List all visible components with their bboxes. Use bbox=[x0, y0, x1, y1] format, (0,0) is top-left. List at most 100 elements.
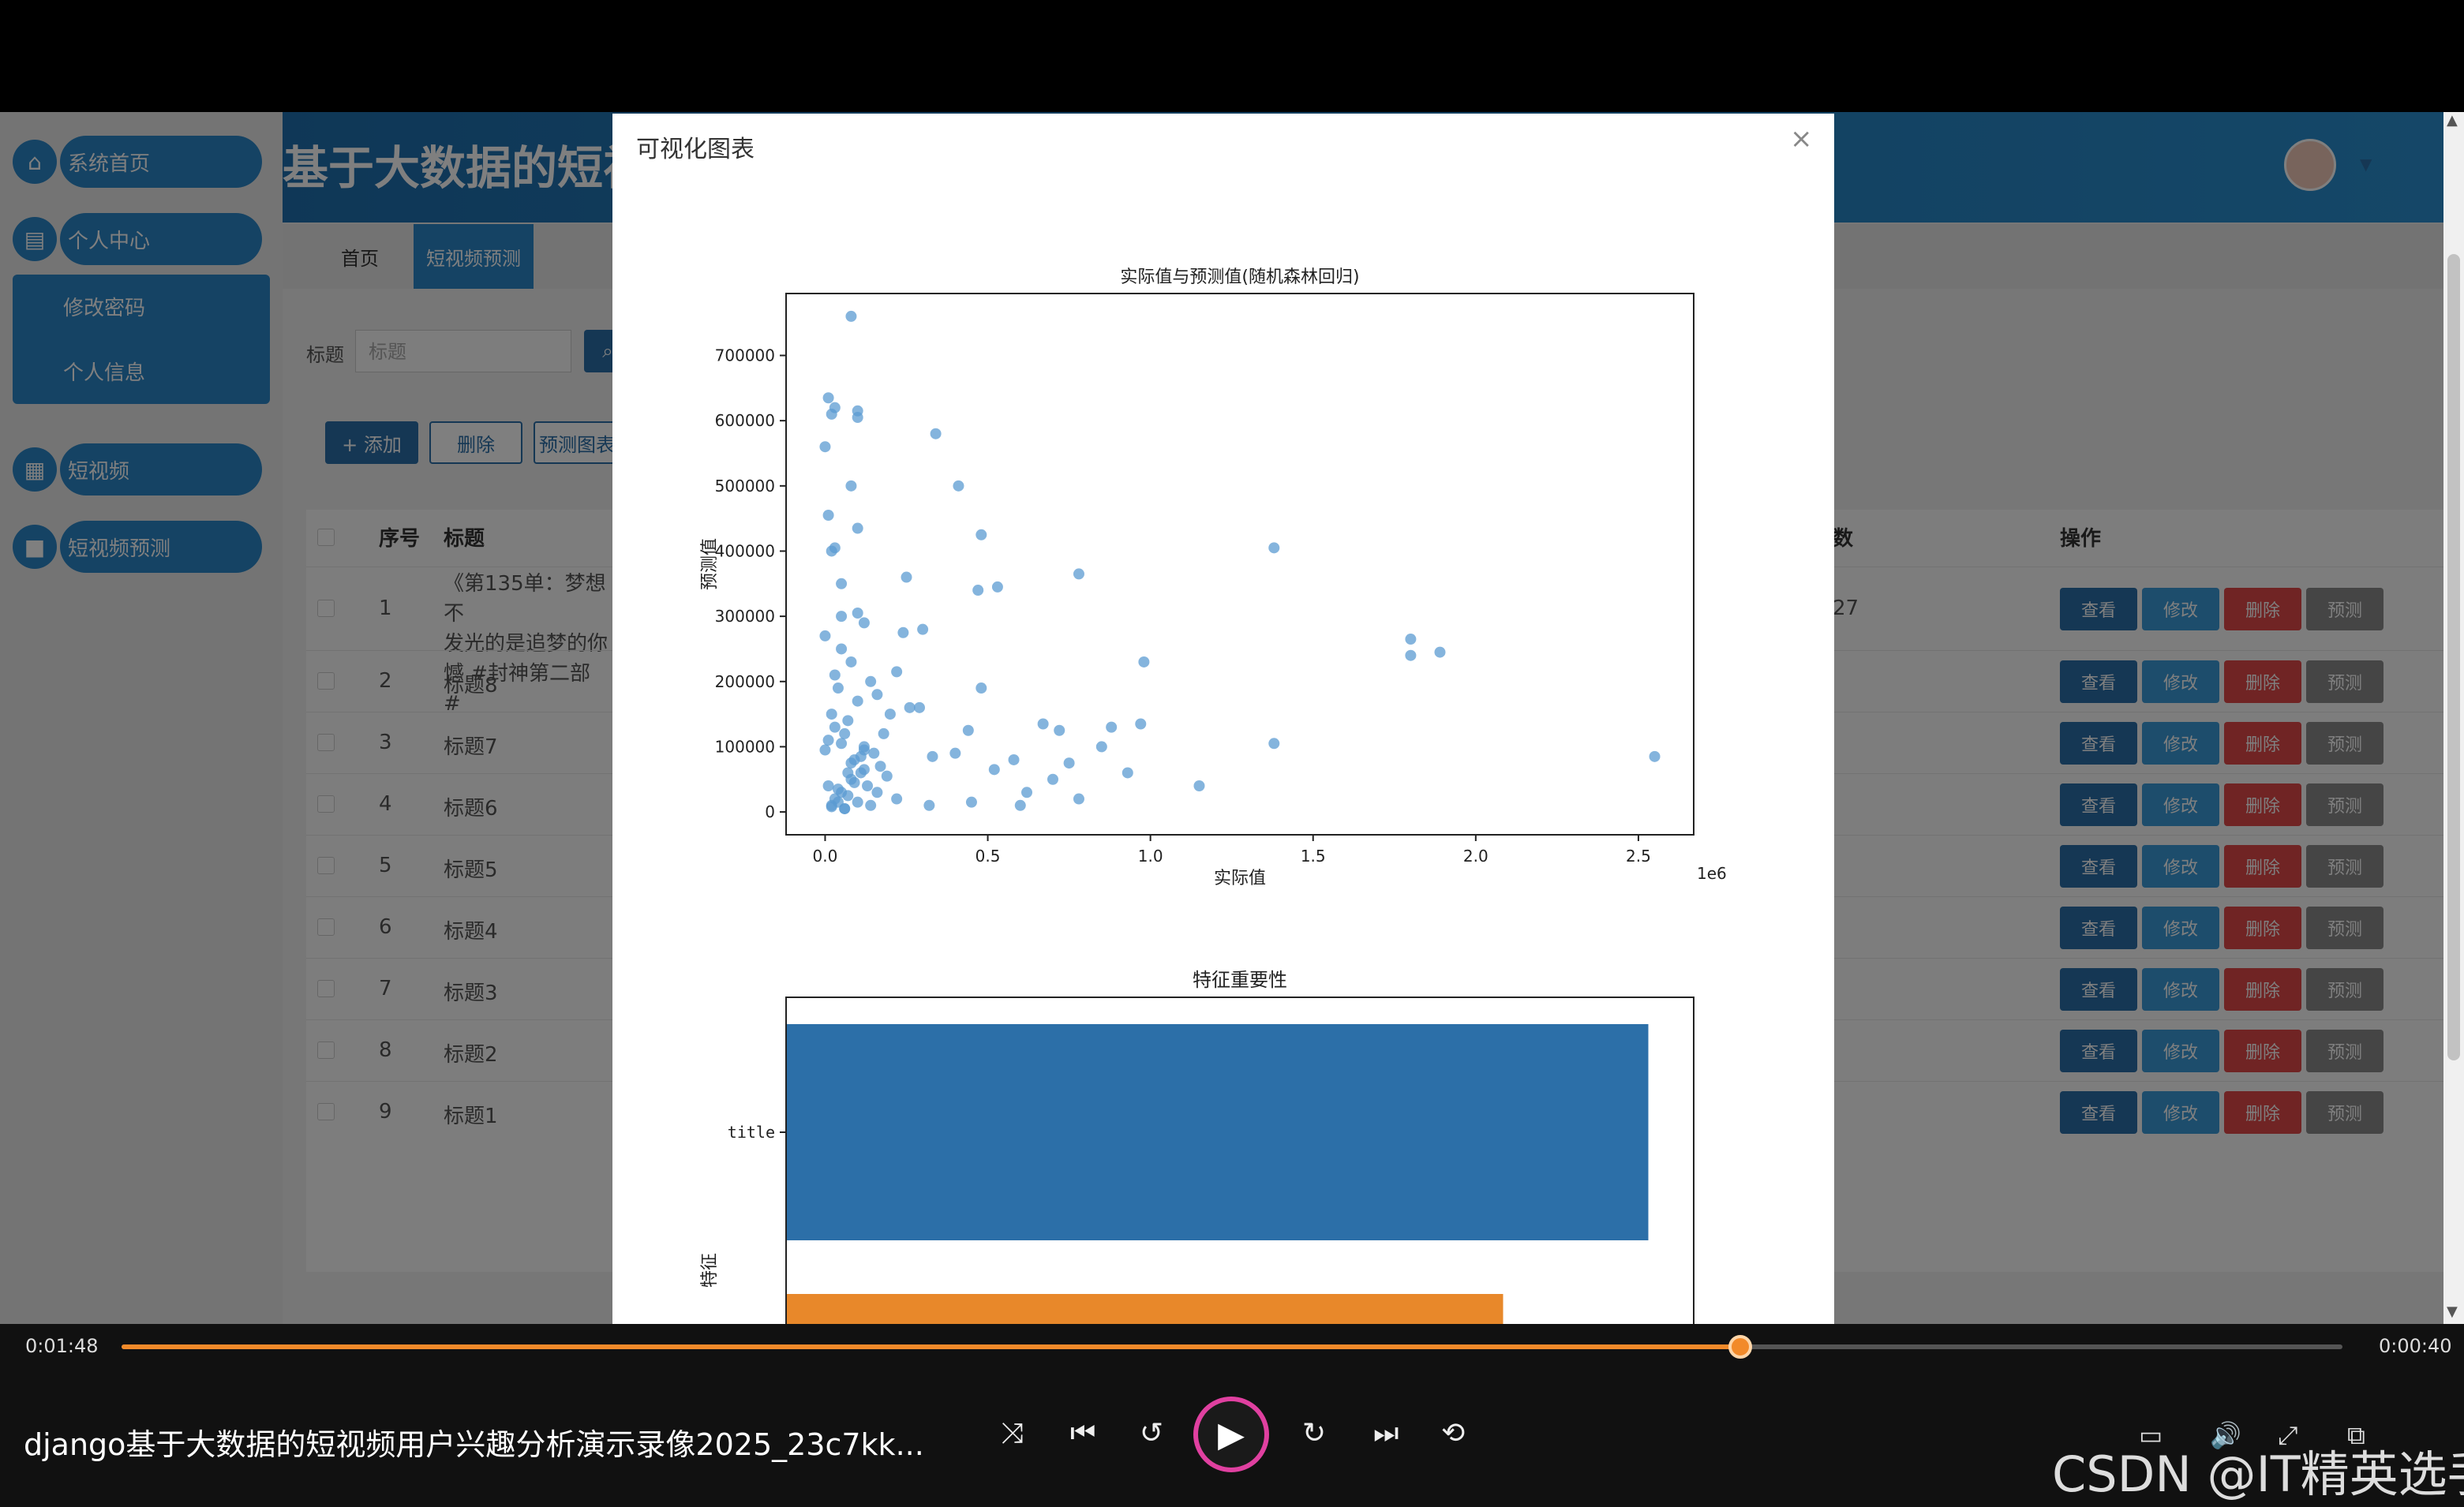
y-tick-label: 500000 bbox=[715, 477, 775, 495]
scatter-point bbox=[953, 480, 964, 492]
scatter-point bbox=[1063, 757, 1075, 769]
y-tick-label: 200000 bbox=[715, 672, 775, 691]
scatter-point bbox=[1037, 718, 1049, 730]
scatter-point bbox=[988, 764, 1000, 776]
scatter-point bbox=[845, 310, 857, 322]
charts-canvas: 实际值与预测值(随机森林回归) 0.0 0.5 1.0 1.5 2.0 2.5 0 100000… bbox=[700, 267, 1727, 1324]
scatter-point bbox=[819, 744, 831, 756]
scatter-point bbox=[1434, 646, 1446, 658]
scatter-point bbox=[917, 623, 929, 635]
current-time: 0:01:48 bbox=[25, 1335, 99, 1357]
scatter-point bbox=[822, 780, 834, 792]
scatter-point bbox=[852, 607, 863, 619]
scatter-point bbox=[836, 578, 848, 589]
scatter-point bbox=[871, 787, 883, 798]
x-axis-label: 实际值 bbox=[1214, 869, 1266, 888]
scatter-point bbox=[852, 412, 863, 424]
feature-bar bbox=[786, 1294, 1503, 1324]
previous-icon[interactable]: ⏮ bbox=[1070, 1417, 1095, 1450]
scatter-plot-frame bbox=[785, 293, 1694, 836]
scatter-point bbox=[1095, 741, 1107, 753]
scatter-point bbox=[845, 656, 857, 667]
scatter-point bbox=[865, 675, 877, 687]
x-tick-label: 1.0 bbox=[1138, 847, 1163, 866]
bar-chart-title: 特征重要性 bbox=[1193, 969, 1287, 991]
x-tick-label: 1.5 bbox=[1301, 847, 1326, 866]
scatter-point bbox=[1405, 649, 1417, 661]
scatter-point bbox=[1073, 793, 1084, 805]
forward-30-icon[interactable]: ↻ bbox=[1302, 1417, 1326, 1449]
x-tick-label: 0.0 bbox=[813, 847, 838, 866]
scatter-point bbox=[972, 585, 984, 596]
scatter-point bbox=[842, 715, 854, 727]
chart-modal: 可视化图表 × 实际值与预测值(随机森林回归) 0.0 0.5 1.0 1.5 2.0 2.… bbox=[612, 114, 1834, 1324]
scatter-point bbox=[845, 757, 857, 769]
scatter-point bbox=[923, 799, 935, 811]
y-axis-label: 预测值 bbox=[700, 538, 720, 590]
seek-bar[interactable] bbox=[122, 1335, 2342, 1359]
scatter-point bbox=[991, 581, 1003, 593]
shuffle-icon[interactable]: ⤨ bbox=[1001, 1417, 1024, 1450]
scatter-point bbox=[852, 522, 863, 534]
scatter-point bbox=[949, 747, 961, 759]
scatter-point bbox=[1649, 750, 1661, 762]
scatter-point bbox=[822, 735, 834, 746]
bar-y-axis-label: 特征 bbox=[700, 1253, 720, 1288]
feature-bar bbox=[786, 1024, 1649, 1240]
play-icon: ▶ bbox=[1218, 1414, 1245, 1455]
screen: ⌂ 系统首页 ▤ 个人中心 修改密码 个人信息 ▦ 短视频 ■ 短视频预测 基于… bbox=[0, 0, 2464, 1507]
scatter-point bbox=[855, 750, 867, 762]
scatter-point bbox=[1073, 568, 1084, 580]
scatter-point bbox=[975, 529, 987, 540]
scatter-point bbox=[829, 669, 841, 681]
scatter-point bbox=[829, 402, 841, 413]
scatter-point bbox=[1054, 724, 1065, 736]
scatter-point bbox=[868, 747, 880, 759]
scatter-point bbox=[962, 724, 974, 736]
scatter-point bbox=[852, 796, 863, 808]
x-tick-label: 0.5 bbox=[975, 847, 1001, 866]
scatter-point bbox=[836, 611, 848, 623]
page-scrollbar[interactable]: ▲ ▼ bbox=[2443, 112, 2464, 1324]
next-icon[interactable]: ⏭ bbox=[1373, 1417, 1399, 1450]
scatter-point bbox=[975, 682, 987, 694]
scatter-point bbox=[819, 441, 831, 453]
scatter-point bbox=[858, 617, 870, 629]
scatter-point bbox=[862, 780, 874, 792]
scatter-point bbox=[927, 750, 938, 762]
scrollbar-thumb[interactable] bbox=[2447, 254, 2460, 1060]
scatter-point bbox=[965, 796, 977, 808]
scatter-point bbox=[871, 689, 883, 701]
scatter-point bbox=[1193, 780, 1205, 792]
scatter-point bbox=[852, 695, 863, 707]
video-player-bar: 0:01:48 0:00:40 django基于大数据的短视频用户兴趣分析演示录… bbox=[0, 1324, 2464, 1507]
top-black-band bbox=[0, 0, 2464, 112]
play-button[interactable]: ▶ bbox=[1193, 1397, 1269, 1472]
scatter-point bbox=[874, 761, 886, 772]
scroll-down-arrow-icon[interactable]: ▼ bbox=[2447, 1303, 2458, 1320]
scatter-point bbox=[826, 709, 837, 720]
scatter-point bbox=[878, 727, 889, 739]
seek-knob[interactable] bbox=[1728, 1335, 1753, 1359]
scatter-point bbox=[1268, 542, 1280, 554]
repeat-icon[interactable]: ⟲ bbox=[1441, 1417, 1465, 1449]
scatter-point bbox=[822, 510, 834, 522]
scatter-point bbox=[1122, 767, 1133, 779]
scatter-point bbox=[913, 701, 925, 713]
scatter-point bbox=[930, 428, 942, 439]
scroll-up-arrow-icon[interactable]: ▲ bbox=[2447, 112, 2458, 129]
scatter-point bbox=[858, 764, 870, 776]
scatter-point bbox=[897, 626, 909, 638]
scatter-point bbox=[848, 776, 860, 788]
scatter-point bbox=[836, 643, 848, 655]
y-tick-label: 300000 bbox=[715, 607, 775, 626]
rewind-10-icon[interactable]: ↺ bbox=[1140, 1417, 1163, 1449]
scatter-point bbox=[1021, 787, 1033, 798]
scatter-point bbox=[819, 630, 831, 641]
scatter-point bbox=[865, 799, 877, 811]
scatter-point bbox=[1014, 799, 1026, 811]
scatter-point bbox=[842, 790, 854, 802]
scatter-point bbox=[832, 682, 844, 694]
scatter-point bbox=[858, 741, 870, 753]
y-tick-label: 0 bbox=[765, 802, 775, 821]
